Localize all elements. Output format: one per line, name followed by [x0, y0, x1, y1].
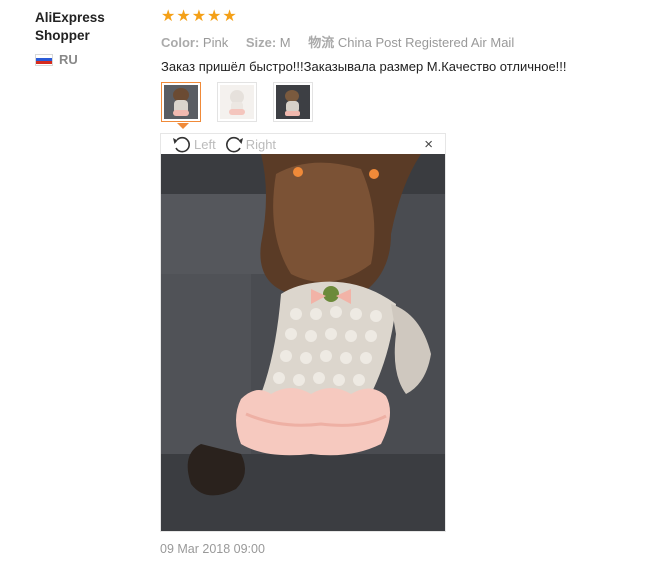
thumbnail-1[interactable] [161, 82, 201, 122]
image-viewer: Left Right × [160, 133, 446, 532]
star-icon: ★ [176, 8, 191, 25]
star-icon: ★ [191, 8, 207, 25]
star-icon: ★ [207, 8, 222, 25]
dog-photo-thumbnail [164, 85, 198, 119]
rotate-left-label: Left [194, 136, 216, 152]
thumbnail-2[interactable] [217, 82, 257, 122]
size-key: Size: [245, 35, 277, 50]
reviewer-country: RU [35, 52, 145, 67]
close-viewer-button[interactable]: × [424, 136, 433, 153]
feedback-text: Заказ пришёл быстро!!!Заказывала размер … [161, 59, 567, 74]
size-value: M [279, 35, 291, 50]
shipping-value: China Post Registered Air Mail [337, 35, 515, 50]
reviewer-name-line2: Shopper [35, 28, 90, 43]
reviewer-info: AliExpress Shopper RU [35, 9, 145, 67]
rotate-left-button[interactable]: Left [172, 135, 216, 153]
rotate-right-icon [225, 136, 243, 153]
review-photo [161, 154, 445, 531]
shipping-key: 物流 [308, 35, 335, 50]
review-date: 09 Mar 2018 09:00 [160, 542, 265, 556]
rotate-left-icon [173, 136, 190, 153]
thumbnail-3[interactable] [273, 82, 313, 122]
rating-stars: ★ ★ ★ ★ ★ [161, 8, 631, 26]
star-icon: ★ [161, 8, 176, 25]
reviewer-name-line1: AliExpress [35, 10, 105, 25]
star-icon: ★ [222, 8, 237, 25]
order-attributes: Color: Pink Size: M 物流 China Post Regist… [161, 32, 631, 51]
rotate-right-button[interactable]: Right [224, 135, 276, 153]
active-thumbnail-pointer [177, 123, 189, 129]
rotate-right-label: Right [245, 136, 277, 152]
dress-photo-thumbnail [220, 85, 254, 119]
color-value: Pink [202, 35, 229, 50]
review-body: ★ ★ ★ ★ ★ Color: Pink Size: M 物流 China P… [161, 8, 631, 75]
reviewer-name: AliExpress Shopper [35, 9, 145, 45]
viewer-toolbar: Left Right × [161, 134, 445, 154]
russia-flag-icon [35, 53, 53, 66]
country-code: RU [59, 52, 78, 67]
color-key: Color: [161, 35, 200, 50]
review-thumbnails [161, 82, 313, 122]
dog-photo-thumbnail [276, 85, 310, 119]
